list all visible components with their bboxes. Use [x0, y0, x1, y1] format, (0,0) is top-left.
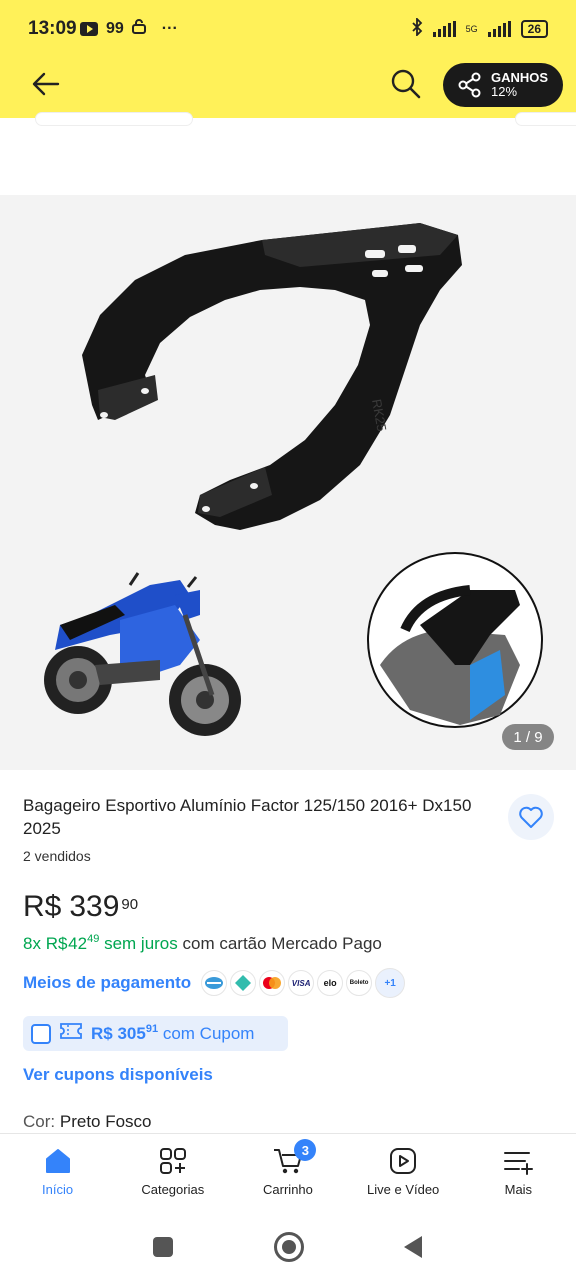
signal-icon [432, 20, 456, 37]
search-icon [391, 69, 421, 99]
bluetooth-icon [411, 16, 423, 39]
youtube-icon [80, 21, 98, 36]
status-bar: 13:09 99 ··· 5G 26 [0, 0, 576, 58]
payment-methods: Meios de pagamento VISA elo Boleto +1 [23, 968, 406, 998]
payment-icons: VISA elo Boleto +1 [201, 968, 406, 998]
pix-icon [230, 970, 257, 996]
installments-count: 8x [23, 934, 41, 953]
installment-interest: sem juros [104, 934, 178, 953]
color-value: Preto Fosco [59, 1112, 152, 1131]
debit-card-icon [201, 970, 228, 996]
more-menu-icon [504, 1152, 534, 1175]
share-earnings-percent: 12% [491, 84, 518, 99]
home-icon [45, 1149, 70, 1173]
detail-inset [367, 552, 543, 728]
app-header: 13:09 99 ··· 5G 26 GANHOS 12% [0, 0, 576, 118]
mastercard-icon [259, 970, 286, 996]
installments: 8x R$ 4249 sem juros com cartão Mercado … [23, 933, 382, 954]
installment-currency: R$ [45, 934, 68, 953]
boleto-icon: Boleto [346, 970, 373, 996]
previous-chip-2 [515, 112, 576, 126]
coupon-price-integer: 305 [117, 1023, 146, 1043]
back-button[interactable] [30, 70, 62, 98]
nav-item-home[interactable]: Início [0, 1134, 115, 1213]
nav-item-live-video[interactable]: Live e Vídeo [346, 1134, 461, 1213]
price: R$ 339 90 [23, 890, 138, 924]
search-button[interactable] [390, 68, 422, 100]
favorite-button[interactable] [508, 794, 554, 840]
status-time: 13:09 [28, 18, 77, 39]
bottom-navigation: Início Categorias 3 Carrinho Live e Víde… [0, 1133, 576, 1213]
nav-label-home: Início [42, 1182, 74, 1197]
share-earnings-title: GANHOS [491, 70, 549, 85]
coupon-text: R$ 30591 com Cupom [91, 1022, 255, 1044]
play-video-icon [390, 1148, 417, 1174]
notification-count: 99 [106, 19, 124, 37]
share-icon [458, 72, 481, 98]
image-counter: 1 / 9 [502, 724, 554, 750]
nav-label-categories: Categorias [141, 1182, 205, 1197]
product-image-gallery[interactable]: RK25 [0, 195, 576, 770]
price-integer: 339 [69, 890, 120, 923]
coupon-price-cents: 91 [145, 1022, 159, 1035]
price-currency: R$ [23, 890, 62, 923]
installment-suffix: com cartão Mercado Pago [182, 934, 382, 953]
coupon-checkbox[interactable] [31, 1023, 51, 1044]
share-earnings-label: GANHOS 12% [491, 71, 548, 99]
installment-cents: 49 [87, 933, 100, 945]
signal-icon-2 [487, 20, 511, 37]
nav-label-cart: Carrinho [263, 1182, 313, 1197]
installment-integer: 42 [68, 934, 88, 953]
nav-item-cart[interactable]: 3 Carrinho [230, 1134, 345, 1213]
previous-section-strip [0, 112, 576, 195]
lock-icon [131, 18, 146, 39]
coupon-suffix: com Cupom [162, 1023, 255, 1043]
nav-item-categories[interactable]: Categorias [115, 1134, 230, 1213]
price-cents: 90 [121, 896, 139, 913]
previous-chip [35, 112, 193, 126]
network-label: 5G [465, 23, 478, 34]
motorcycle-illustration [44, 572, 241, 736]
status-notifications: 99 ··· [80, 18, 178, 39]
ticket-icon [59, 1022, 83, 1045]
color-selector[interactable]: Cor: Preto Fosco [23, 1112, 152, 1132]
view-coupons-link[interactable]: Ver cupons disponíveis [23, 1065, 213, 1085]
share-earnings-button[interactable]: GANHOS 12% [443, 63, 563, 107]
product-image: RK25 [44, 223, 543, 736]
cart-count-badge: 3 [294, 1139, 317, 1161]
home-button[interactable] [274, 1232, 304, 1262]
coupon-box: R$ 30591 com Cupom [23, 1016, 288, 1051]
nav-label-live-video: Live e Vídeo [367, 1182, 440, 1197]
product-title: Bagageiro Esportivo Alumínio Factor 125/… [23, 796, 472, 838]
coupon-price-currency: R$ [91, 1023, 113, 1043]
nav-item-more[interactable]: Mais [461, 1134, 576, 1213]
battery-icon: 26 [520, 19, 548, 38]
color-label: Cor: [23, 1112, 56, 1131]
sold-count: 2 vendidos [23, 848, 91, 864]
recent-apps-button[interactable] [153, 1237, 173, 1257]
elo-icon: elo [317, 970, 344, 996]
visa-icon: VISA [288, 970, 315, 996]
more-notifications-icon: ··· [161, 19, 178, 37]
arrow-left-icon [32, 72, 60, 96]
more-payment-methods[interactable]: +1 [375, 968, 406, 998]
status-right: 5G 26 [411, 16, 548, 39]
nav-label-more: Mais [504, 1182, 533, 1197]
heart-icon [519, 806, 543, 828]
system-navigation-bar [0, 1213, 576, 1280]
system-back-button[interactable] [404, 1236, 422, 1258]
categories-icon [159, 1148, 186, 1174]
payment-methods-link[interactable]: Meios de pagamento [23, 973, 191, 993]
